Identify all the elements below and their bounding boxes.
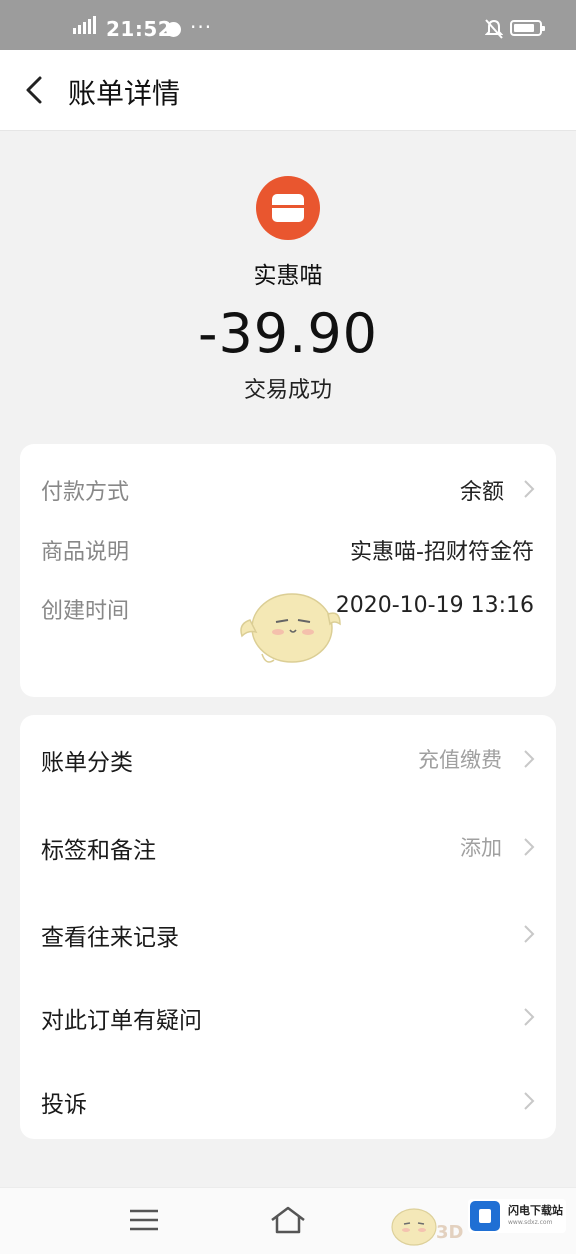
site-watermark: 闪电下载站 www.sdxz.com xyxy=(468,1199,566,1233)
recent-apps-button[interactable] xyxy=(124,1202,164,1238)
row-label: 查看往来记录 xyxy=(41,925,179,951)
clock: 21:52 xyxy=(106,17,173,41)
mascot-watermark-icon xyxy=(240,593,341,663)
status-bar: 21:52 ··· xyxy=(0,0,576,50)
shop-icon xyxy=(272,194,304,222)
order-question-row[interactable]: 对此订单有疑问 xyxy=(20,987,556,1047)
battery-icon xyxy=(510,20,545,36)
watermark-url: www.sdxz.com xyxy=(508,1219,553,1226)
watermark-3d-text: 3D xyxy=(436,1222,464,1243)
notification-dot-icon xyxy=(166,22,181,37)
mascot-watermark-icon xyxy=(391,1208,437,1246)
download-site-logo-icon xyxy=(470,1201,500,1231)
transaction-status: 交易成功 xyxy=(243,378,332,403)
row-label: 商品说明 xyxy=(41,540,130,565)
transaction-amount: -39.90 xyxy=(197,302,379,365)
transaction-history-row[interactable]: 查看往来记录 xyxy=(20,904,556,964)
watermark-brand: 闪电下载站 xyxy=(508,1204,563,1217)
app-header: 账单详情 xyxy=(0,50,576,131)
payment-method-row[interactable]: 付款方式 余额 xyxy=(20,468,556,508)
signal-icon xyxy=(73,16,96,34)
row-value: 2020-10-19 13:16 xyxy=(335,593,534,618)
mute-bell-icon xyxy=(485,19,503,39)
row-value: 实惠喵-招财符金符 xyxy=(350,540,534,565)
chevron-left-icon xyxy=(26,76,42,104)
row-label: 付款方式 xyxy=(41,480,130,505)
row-label: 账单分类 xyxy=(41,750,133,776)
chevron-right-icon xyxy=(524,838,535,856)
chevron-right-icon xyxy=(524,750,535,768)
home-icon xyxy=(271,1206,305,1234)
tags-notes-row[interactable]: 标签和备注 添加 xyxy=(20,817,556,877)
complaint-row[interactable]: 投诉 xyxy=(20,1071,556,1131)
page-title: 账单详情 xyxy=(68,77,181,110)
chevron-right-icon xyxy=(524,480,535,498)
chevron-right-icon xyxy=(524,925,535,943)
row-label: 创建时间 xyxy=(41,599,130,624)
row-label: 对此订单有疑问 xyxy=(41,1008,202,1034)
chevron-right-icon xyxy=(524,1092,535,1110)
menu-icon xyxy=(130,1209,158,1231)
actions-card: 账单分类 充值缴费 标签和备注 添加 查看往来记录 对此订单有疑问 投诉 xyxy=(20,715,556,1139)
merchant-logo-icon xyxy=(256,176,320,240)
back-button[interactable] xyxy=(14,70,54,110)
chevron-right-icon xyxy=(524,1008,535,1026)
merchant-name: 实惠喵 xyxy=(253,263,323,289)
more-notifications-icon: ··· xyxy=(190,15,213,39)
row-label: 投诉 xyxy=(41,1092,87,1118)
row-value: 余额 xyxy=(459,480,504,505)
product-description-row: 商品说明 实惠喵-招财符金符 xyxy=(20,528,556,568)
row-value: 添加 xyxy=(460,836,502,860)
bill-category-row[interactable]: 账单分类 充值缴费 xyxy=(20,729,556,789)
home-button[interactable] xyxy=(268,1202,308,1238)
row-label: 标签和备注 xyxy=(41,838,156,864)
row-value: 充值缴费 xyxy=(418,748,502,772)
